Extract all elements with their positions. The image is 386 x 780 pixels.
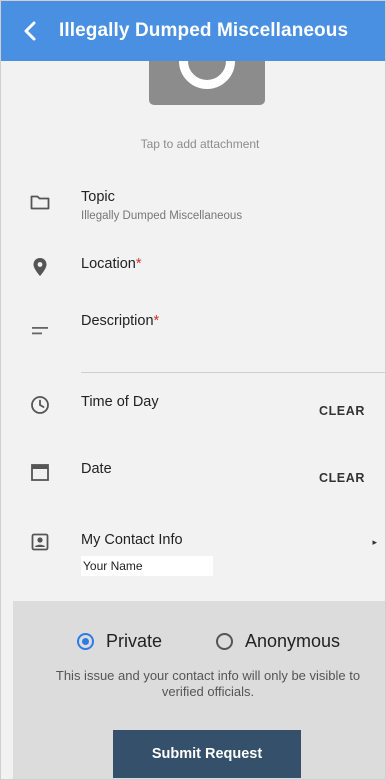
location-label: Location* bbox=[81, 256, 142, 272]
short-text-icon bbox=[29, 320, 51, 342]
location-pin-icon bbox=[29, 256, 51, 278]
description-label: Description* bbox=[81, 313, 160, 329]
required-mark: * bbox=[135, 256, 142, 272]
clear-time-button[interactable]: CLEAR bbox=[319, 404, 365, 418]
anonymous-label: Anonymous bbox=[245, 631, 341, 651]
contact-card-icon bbox=[29, 531, 51, 553]
radio-unchecked-icon bbox=[216, 633, 233, 650]
back-button[interactable] bbox=[1, 1, 59, 61]
app-bar: Illegally Dumped Miscellaneous bbox=[1, 1, 385, 61]
time-of-day-label: Time of Day bbox=[81, 394, 159, 410]
add-attachment-button[interactable] bbox=[149, 61, 265, 105]
anonymous-option[interactable]: Anonymous bbox=[216, 631, 340, 652]
required-mark: * bbox=[153, 313, 160, 329]
app-screen: Illegally Dumped Miscellaneous Tap to ad… bbox=[0, 0, 386, 780]
chevron-right-icon: ▸ bbox=[372, 537, 377, 547]
submit-request-button[interactable]: Submit Request bbox=[113, 730, 301, 778]
privacy-note: This issue and your contact info will on… bbox=[55, 668, 361, 699]
back-arrow-icon bbox=[24, 21, 36, 41]
privacy-options: Private Anonymous bbox=[13, 631, 385, 657]
radio-checked-icon bbox=[77, 633, 94, 650]
date-label: Date bbox=[81, 461, 112, 477]
folder-icon bbox=[29, 191, 51, 213]
contact-name-field[interactable]: Your Name bbox=[81, 556, 213, 576]
request-form: Tap to add attachment Topic Illegally Du… bbox=[13, 61, 385, 601]
calendar-icon bbox=[29, 461, 51, 483]
camera-icon bbox=[179, 61, 235, 89]
attachment-hint: Tap to add attachment bbox=[140, 137, 260, 151]
privacy-section: Private Anonymous This issue and your co… bbox=[13, 601, 385, 779]
description-underline bbox=[81, 372, 385, 373]
topic-label: Topic bbox=[81, 189, 115, 205]
private-label: Private bbox=[106, 631, 163, 651]
contact-info-label: My Contact Info bbox=[81, 532, 183, 548]
clock-icon bbox=[29, 394, 51, 416]
page-title: Illegally Dumped Miscellaneous bbox=[59, 20, 349, 41]
clear-date-button[interactable]: CLEAR bbox=[319, 471, 365, 485]
topic-value: Illegally Dumped Miscellaneous bbox=[81, 210, 243, 222]
private-option[interactable]: Private bbox=[77, 631, 162, 652]
